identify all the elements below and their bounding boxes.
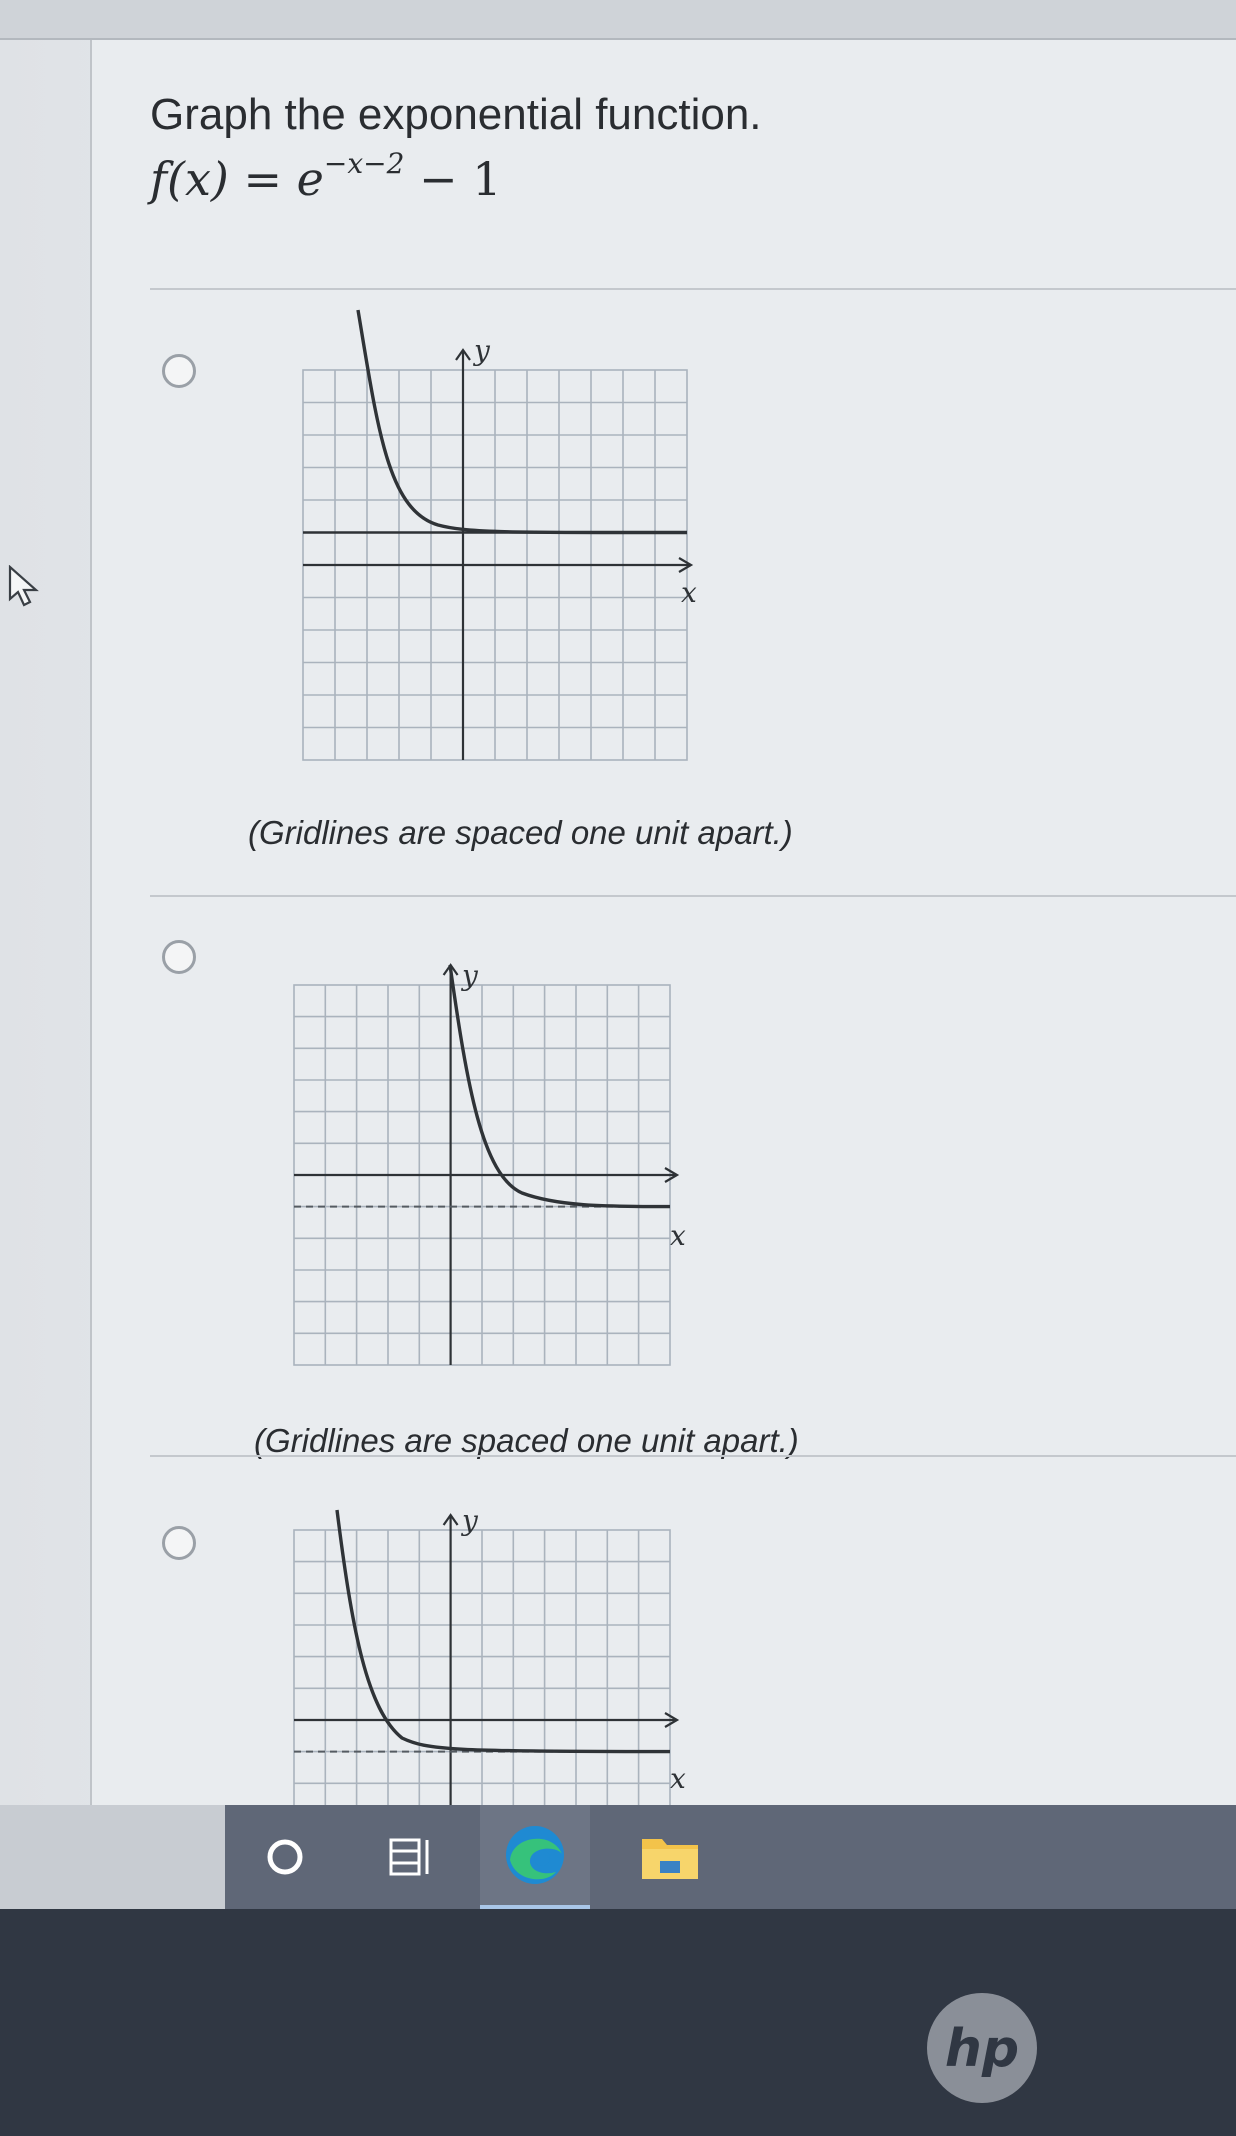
mouse-pointer-icon bbox=[8, 565, 39, 607]
choice-a-x-label: x bbox=[681, 576, 697, 609]
choice-b-grid bbox=[293, 963, 680, 1366]
choice-c-radio[interactable] bbox=[162, 1526, 196, 1560]
task-view-button[interactable] bbox=[355, 1805, 465, 1909]
hp-logo: hp bbox=[927, 1993, 1037, 2103]
file-explorer-icon bbox=[642, 1839, 698, 1879]
choice-c-y-label: y bbox=[460, 1504, 479, 1537]
choice-b-y-label: y bbox=[460, 959, 479, 992]
divider bbox=[150, 288, 1236, 290]
formula-exponent: −x−2 bbox=[323, 146, 405, 180]
choice-c-grid bbox=[293, 1513, 680, 1805]
edge-icon bbox=[506, 1826, 564, 1884]
choice-a-graph: y x bbox=[302, 309, 697, 761]
formula-prefix: f(x) = e bbox=[150, 152, 324, 206]
question-title: Graph the exponential function. bbox=[150, 90, 762, 139]
choice-b-radio[interactable] bbox=[162, 940, 196, 974]
function-formula: f(x) = e−x−2 − 1 bbox=[150, 147, 502, 206]
choice-c-curve bbox=[335, 1509, 671, 1754]
laptop-bezel bbox=[0, 1909, 1236, 2136]
file-explorer-button[interactable] bbox=[615, 1805, 725, 1909]
divider bbox=[150, 1455, 1236, 1457]
choice-b-graph: y x bbox=[293, 959, 686, 1366]
choice-a-curve bbox=[356, 309, 688, 535]
choice-a-y-label: y bbox=[472, 334, 491, 367]
taskbar-search-area bbox=[0, 1805, 225, 1909]
screen: Graph the exponential function. f(x) = e… bbox=[0, 0, 1236, 1805]
edge-button[interactable] bbox=[480, 1805, 590, 1909]
answer-choice-a[interactable]: y x (Gridlines are spaced one unit apart… bbox=[150, 300, 1210, 885]
choice-a-radio[interactable] bbox=[162, 354, 196, 388]
choice-b-curve bbox=[448, 964, 671, 1209]
divider bbox=[150, 895, 1236, 897]
choice-a-grid bbox=[302, 348, 694, 761]
browser-top-strip bbox=[0, 0, 1236, 40]
svg-text:hp: hp bbox=[945, 2019, 1019, 2079]
choice-c-graph: y x bbox=[293, 1504, 686, 1805]
answer-choice-b[interactable]: y x (Gridlines are spaced one unit apart… bbox=[150, 910, 1210, 1500]
search-button[interactable] bbox=[230, 1805, 340, 1909]
choice-b-x-label: x bbox=[670, 1219, 686, 1252]
answer-choice-c[interactable]: y x bbox=[150, 1470, 1210, 1805]
formula-suffix: − 1 bbox=[404, 152, 502, 206]
windows-taskbar bbox=[0, 1805, 1236, 1909]
choice-a-caption: (Gridlines are spaced one unit apart.) bbox=[248, 814, 793, 851]
task-view-icon bbox=[389, 1838, 429, 1876]
question-panel: Graph the exponential function. f(x) = e… bbox=[90, 40, 1236, 1805]
choice-c-x-label: x bbox=[670, 1762, 686, 1795]
search-icon bbox=[267, 1839, 303, 1875]
